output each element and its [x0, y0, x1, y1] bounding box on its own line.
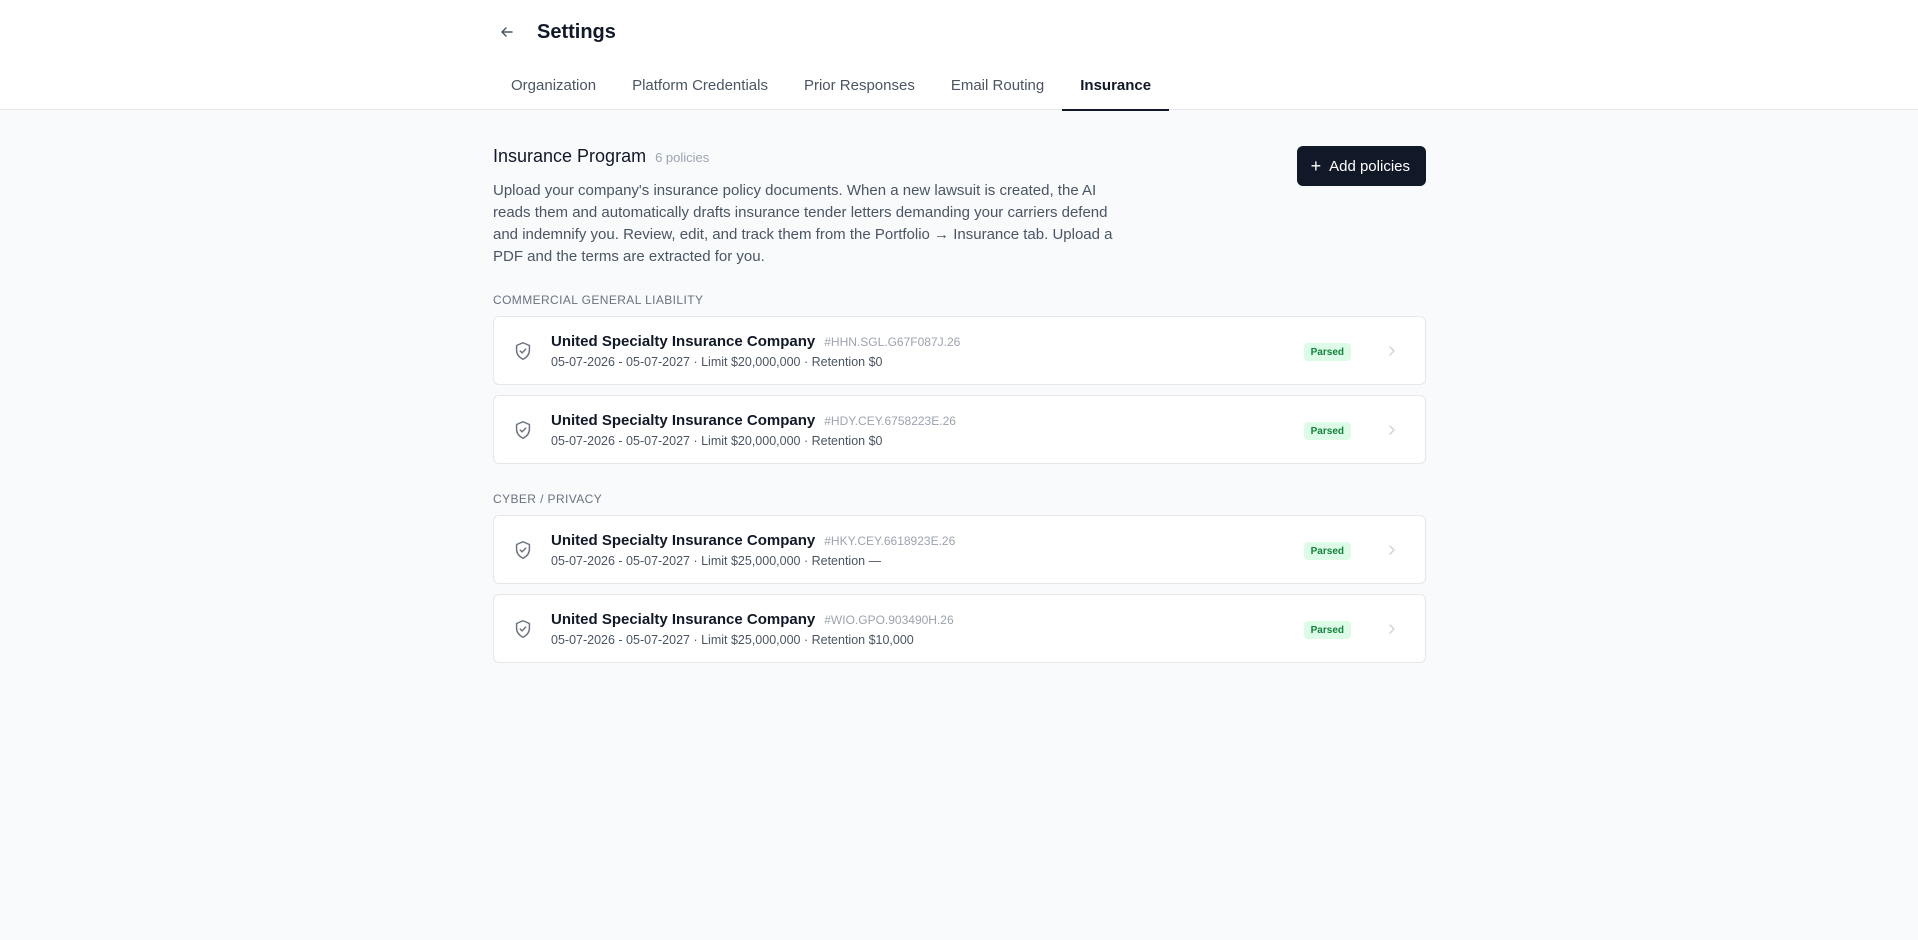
policy-info: United Specialty Insurance Company #HKY.…: [551, 532, 955, 568]
arrow-left-icon: [501, 27, 513, 37]
section-header: Insurance Program 6 policies + Add polic…: [493, 146, 1426, 186]
carrier-name: United Specialty Insurance Company: [551, 610, 816, 628]
section-description: Upload your company's insurance policy d…: [493, 182, 1113, 265]
chevron-right-icon: [1389, 624, 1395, 634]
group-label-general-liability: Commercial General Liability: [493, 293, 704, 307]
tab-insurance[interactable]: Insurance: [1062, 67, 1169, 111]
page-title: Settings: [537, 20, 616, 43]
tab-prior-responses[interactable]: Prior Responses: [786, 67, 933, 110]
settings-tabs: Organization Platform Credentials Prior …: [493, 67, 1169, 111]
policy-card[interactable]: United Specialty Insurance Company #HHN.…: [493, 316, 1426, 385]
shield-check-icon: [515, 619, 531, 638]
group-label-cyber-privacy: Cyber / Privacy: [493, 492, 603, 506]
tab-organization[interactable]: Organization: [493, 67, 614, 110]
shield-check-icon: [515, 341, 531, 360]
policy-title-line: United Specialty Insurance Company #WIO.…: [551, 611, 954, 628]
shield-check-icon: [515, 540, 531, 559]
plus-icon: +: [1310, 156, 1322, 176]
policy-info: United Specialty Insurance Company #HHN.…: [551, 333, 960, 369]
policy-number: #WIO.GPO.903490H.26: [824, 612, 954, 627]
policy-card[interactable]: United Specialty Insurance Company #WIO.…: [493, 594, 1426, 663]
policy-info: United Specialty Insurance Company #WIO.…: [551, 611, 954, 647]
policy-details: 05-07-2026 - 05-07-2027 · Limit $20,000,…: [551, 354, 883, 369]
settings-header: Settings Organization Platform Credentia…: [0, 0, 1918, 111]
chevron-right-icon: [1389, 346, 1395, 356]
back-button[interactable]: [493, 18, 521, 46]
policy-details: 05-07-2026 - 05-07-2027 · Limit $20,000,…: [551, 433, 883, 448]
title-row: Settings: [493, 18, 616, 46]
policy-number: #HHN.SGL.G67F087J.26: [824, 334, 961, 349]
insurance-content: Insurance Program 6 policies + Add polic…: [493, 110, 1426, 663]
status-badge: Parsed: [1303, 422, 1351, 440]
carrier-name: United Specialty Insurance Company: [551, 531, 816, 549]
chevron-right-icon: [1389, 545, 1395, 555]
tab-platform-credentials[interactable]: Platform Credentials: [614, 67, 786, 110]
policy-card[interactable]: United Specialty Insurance Company #HDY.…: [493, 395, 1426, 464]
section-title: Insurance Program: [493, 146, 647, 166]
tab-email-routing[interactable]: Email Routing: [933, 67, 1062, 110]
carrier-name: United Specialty Insurance Company: [551, 411, 816, 429]
status-badge: Parsed: [1303, 343, 1351, 361]
add-policies-label: Add policies: [1329, 157, 1410, 175]
policy-card[interactable]: United Specialty Insurance Company #HKY.…: [493, 515, 1426, 584]
policy-count: 6 policies: [655, 150, 710, 165]
policy-title-line: United Specialty Insurance Company #HDY.…: [551, 412, 956, 429]
policy-number: #HKY.CEY.6618923E.26: [824, 533, 956, 548]
policy-details: 05-07-2026 - 05-07-2027 · Limit $25,000,…: [551, 553, 882, 568]
policy-details: 05-07-2026 - 05-07-2027 · Limit $25,000,…: [551, 632, 914, 647]
add-policies-button[interactable]: + Add policies: [1296, 146, 1426, 186]
shield-check-icon: [515, 420, 531, 439]
carrier-name: United Specialty Insurance Company: [551, 332, 816, 350]
policy-number: #HDY.CEY.6758223E.26: [824, 413, 956, 428]
status-badge: Parsed: [1303, 621, 1351, 639]
policy-info: United Specialty Insurance Company #HDY.…: [551, 412, 956, 448]
chevron-right-icon: [1389, 425, 1395, 435]
header-inner: Settings Organization Platform Credentia…: [493, 0, 1426, 111]
policy-title-line: United Specialty Insurance Company #HHN.…: [551, 333, 960, 350]
policy-title-line: United Specialty Insurance Company #HKY.…: [551, 532, 955, 549]
status-badge: Parsed: [1303, 542, 1351, 560]
